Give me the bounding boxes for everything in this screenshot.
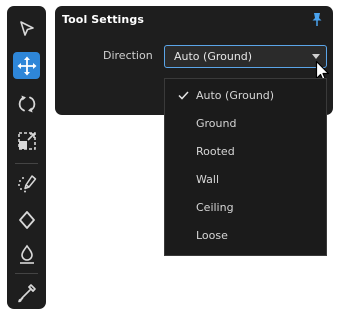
toolbar-divider	[15, 273, 38, 274]
select-tool-button[interactable]	[13, 15, 40, 42]
rotate-tool-button[interactable]	[13, 90, 40, 117]
direction-select-value: Auto (Ground)	[174, 50, 253, 63]
panel-title: Tool Settings	[62, 13, 144, 26]
toolbar-divider	[15, 163, 38, 164]
droplet-icon	[19, 244, 34, 264]
direction-dropdown-list: Auto (Ground) Ground Rooted Wall Ceiling…	[164, 78, 327, 256]
dropdown-option-wall[interactable]: Wall	[165, 169, 326, 191]
move-arrows-icon	[17, 56, 36, 75]
pin-icon[interactable]	[310, 11, 324, 27]
checkmark-icon	[178, 91, 189, 100]
dropdown-option-label: Ceiling	[196, 201, 234, 214]
tools-toolbar	[7, 6, 46, 309]
fill-tool-button[interactable]	[13, 206, 40, 233]
direction-label: Direction	[103, 49, 153, 62]
diamond-icon	[18, 210, 35, 229]
direction-select[interactable]: Auto (Ground)	[164, 45, 327, 68]
dropdown-option-ceiling[interactable]: Ceiling	[165, 197, 326, 219]
rotate-icon	[18, 95, 35, 112]
dropdown-option-auto-ground[interactable]: Auto (Ground)	[165, 85, 326, 107]
dropdown-option-ground[interactable]: Ground	[165, 113, 326, 135]
eyedropper-tool-button[interactable]	[13, 279, 40, 306]
dropdown-option-label: Wall	[196, 173, 220, 186]
scale-icon	[17, 131, 36, 150]
dropdown-option-loose[interactable]: Loose	[165, 225, 326, 247]
place-pen-icon	[17, 174, 36, 192]
chevron-down-icon	[312, 54, 320, 59]
dropdown-option-label: Ground	[196, 117, 237, 130]
dropdown-option-label: Rooted	[196, 145, 235, 158]
dropdown-option-label: Loose	[196, 229, 228, 242]
dropdown-option-rooted[interactable]: Rooted	[165, 141, 326, 163]
place-tool-button[interactable]	[13, 169, 40, 196]
paint-tool-button[interactable]	[13, 240, 40, 267]
cursor-arrow-icon	[19, 20, 34, 36]
scale-tool-button[interactable]	[13, 127, 40, 154]
dropdown-option-label: Auto (Ground)	[196, 89, 275, 102]
eyedropper-icon	[17, 283, 36, 302]
move-tool-button[interactable]	[13, 52, 40, 79]
